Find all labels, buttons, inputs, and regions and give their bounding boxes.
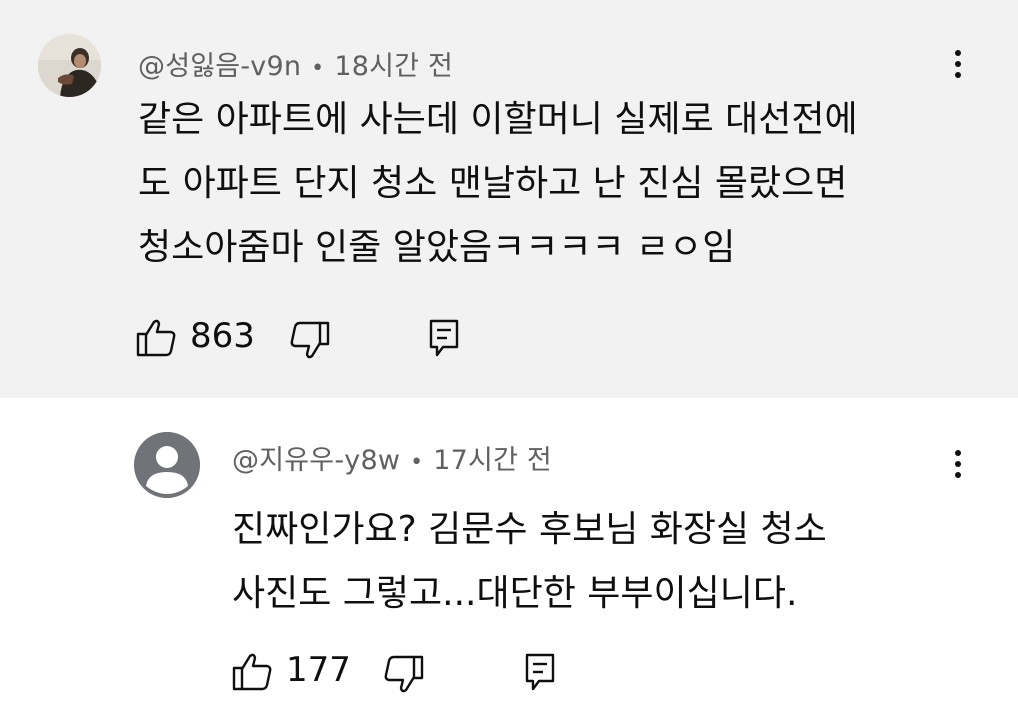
like-count: 863 <box>190 316 255 356</box>
comment-text: 진짜인가요? 김문수 후보님 화장실 청소 사진도 그렇고...대단한 부부이십… <box>232 498 827 626</box>
like-count: 177 <box>286 650 351 690</box>
thumbs-down-icon[interactable] <box>288 320 330 360</box>
more-options-icon[interactable] <box>953 450 963 486</box>
thumbs-up-icon[interactable] <box>136 318 178 358</box>
comment-meta: @지유우-y8w • 17시간 전 <box>232 438 552 477</box>
default-user-avatar[interactable] <box>134 432 200 498</box>
author-handle[interactable]: @성잃음-v9n <box>138 51 301 82</box>
comment-meta: @성잃음-v9n • 18시간 전 <box>138 44 453 83</box>
reply-item: @지유우-y8w • 17시간 전 진짜인가요? 김문수 후보님 화장실 청소 사진… <box>0 398 1018 707</box>
reply-comment-icon[interactable] <box>524 652 556 692</box>
comment-text-line: 같은 아파트에 사는데 이할머니 실제로 대선전에 <box>138 99 858 140</box>
comment-time: 18시간 전 <box>334 51 453 82</box>
comment-text: 같은 아파트에 사는데 이할머니 실제로 대선전에 도 아파트 단지 청소 맨날… <box>138 88 858 280</box>
meta-separator: • <box>410 450 424 475</box>
more-options-icon[interactable] <box>953 50 963 86</box>
user-photo-avatar[interactable] <box>38 34 101 97</box>
comment-text-line: 도 아파트 단지 청소 맨날하고 난 진심 몰랐으면 <box>138 163 848 204</box>
comment-text-line: 청소아줌마 인줄 알았음ㅋㅋㅋㅋ ㄹㅇ임 <box>138 227 736 268</box>
comment-item: @성잃음-v9n • 18시간 전 같은 아파트에 사는데 이할머니 실제로 대선전… <box>0 0 1018 398</box>
comment-time: 17시간 전 <box>433 445 552 476</box>
reply-comment-icon[interactable] <box>428 318 460 358</box>
author-handle[interactable]: @지유우-y8w <box>232 445 400 476</box>
comment-text-line: 진짜인가요? 김문수 후보님 화장실 청소 <box>232 509 827 550</box>
comment-text-line: 사진도 그렇고...대단한 부부이십니다. <box>232 573 798 614</box>
meta-separator: • <box>311 56 325 81</box>
thumbs-down-icon[interactable] <box>382 654 424 694</box>
thumbs-up-icon[interactable] <box>232 652 274 692</box>
